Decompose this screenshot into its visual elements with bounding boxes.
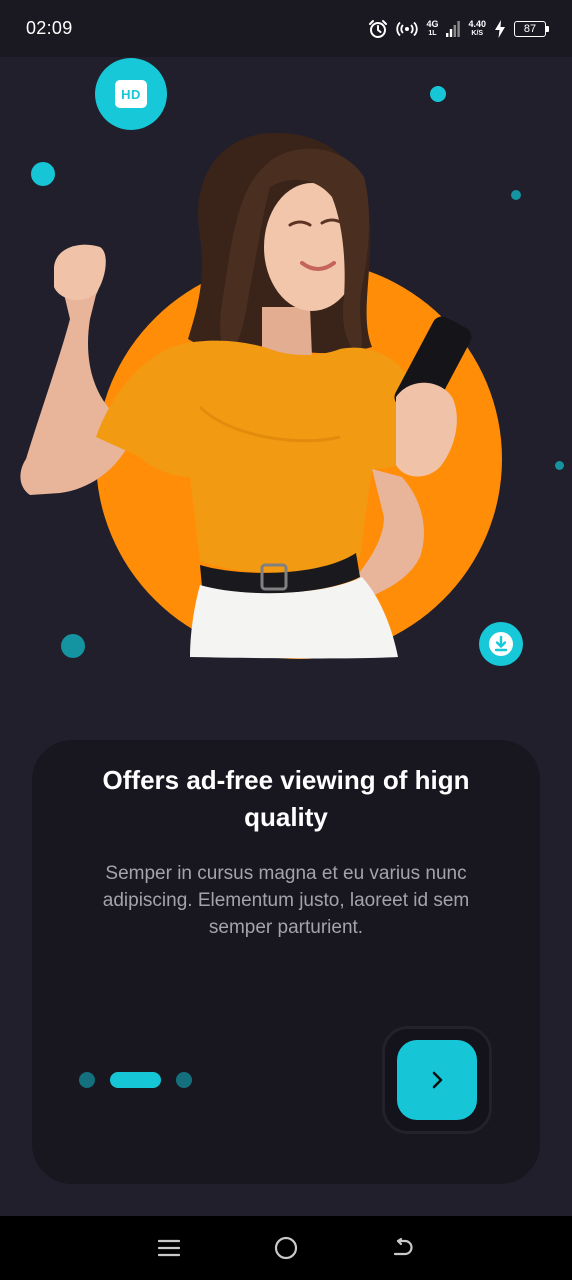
onboarding-card: Offers ad-free viewing of hign quality S…: [32, 740, 540, 1184]
page-dot[interactable]: [176, 1072, 192, 1088]
status-bar: 02:09 4G 1L 4.40 K/S 87: [0, 0, 572, 57]
page-dot[interactable]: [79, 1072, 95, 1088]
charging-icon: [494, 19, 506, 38]
home-button[interactable]: [266, 1228, 306, 1268]
battery-level: 87: [523, 22, 537, 35]
download-icon: [489, 632, 513, 656]
net-speed-value: 4.40: [468, 18, 486, 29]
hotspot-icon: [396, 21, 419, 37]
next-button-ring: [382, 1026, 492, 1134]
hd-badge: HD: [95, 58, 167, 130]
battery-icon: 87: [514, 20, 549, 37]
menu-button[interactable]: [149, 1228, 189, 1268]
card-description: Semper in cursus magna et eu varius nunc…: [102, 863, 470, 938]
download-badge: [479, 622, 523, 666]
menu-icon: [157, 1239, 180, 1257]
signal-icon: [446, 20, 461, 37]
hd-icon: HD: [115, 80, 147, 108]
back-button[interactable]: [383, 1228, 423, 1268]
hero-illustration: HD: [0, 57, 572, 737]
net-speed: 4.40 K/S: [468, 18, 486, 38]
status-icons: 4G 1L 4.40 K/S 87: [368, 18, 549, 39]
alarm-icon: [368, 19, 388, 39]
network-sub-label: 1L: [428, 29, 437, 37]
system-nav-bar: [0, 1216, 572, 1280]
status-time: 02:09: [26, 18, 73, 38]
card-title: Offers ad-free viewing of hign quality: [102, 765, 470, 832]
home-icon: [274, 1236, 298, 1260]
network-type: 4G 1L: [426, 18, 439, 38]
chevron-right-icon: [432, 1071, 443, 1089]
page-dot-active[interactable]: [110, 1072, 161, 1088]
next-button[interactable]: [397, 1040, 477, 1120]
network-type-label: 4G: [426, 18, 439, 29]
back-icon: [394, 1237, 413, 1256]
net-speed-unit: K/S: [471, 29, 484, 37]
page-indicator: [79, 1071, 192, 1089]
